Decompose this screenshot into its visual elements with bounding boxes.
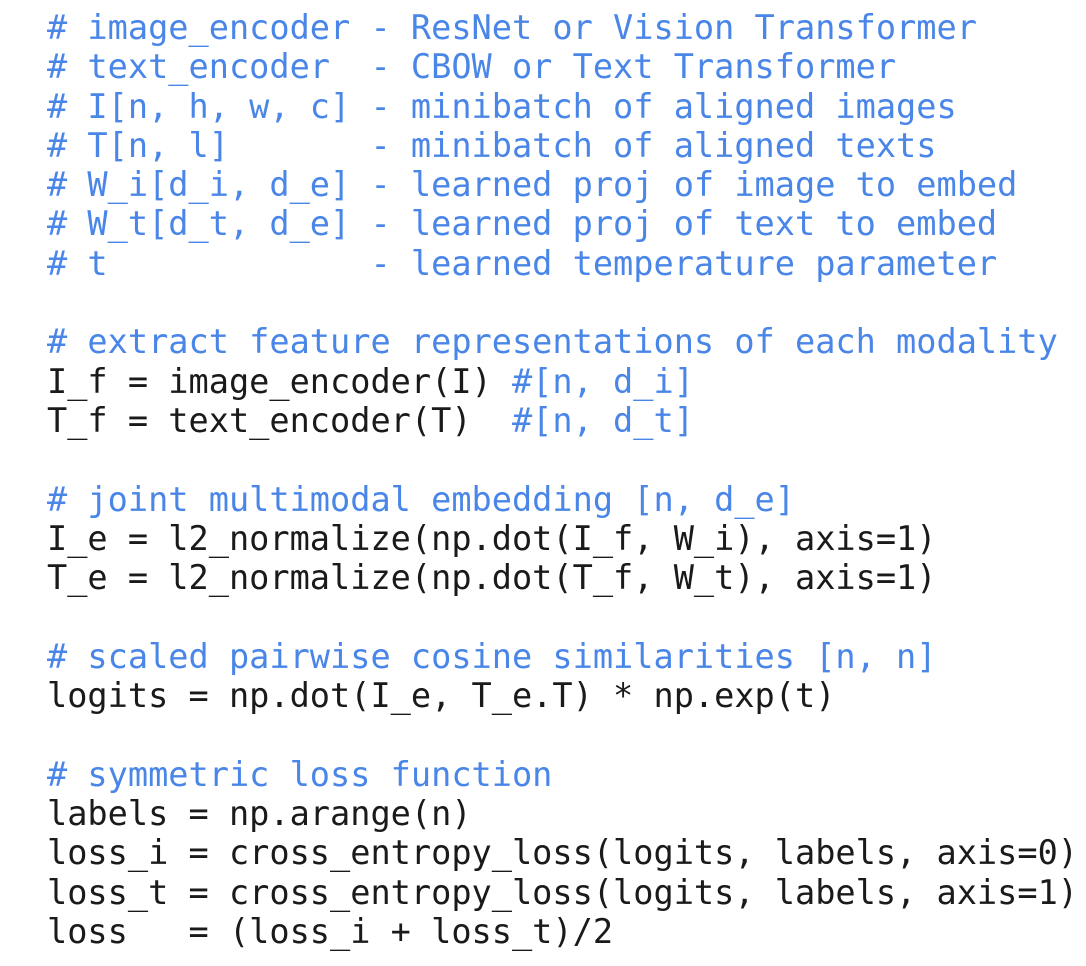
code-comment-line: # W_i[d_i, d_e] - learned proj of image … [47,165,1018,205]
code-line-with-trailing-comment: I_f = image_encoder(I) #[n, d_i] [47,362,1086,401]
code-comment-line: # joint multimodal embedding [n, d_e] [47,479,795,519]
code-comment-line: # t - learned temperature parameter [47,243,998,283]
code-line: logits = np.dot(I_e, T_e.T) * np.exp(t) [47,676,836,716]
code-comment-line: # scaled pairwise cosine similarities [n… [47,636,937,676]
code-line-with-trailing-comment: T_f = text_encoder(T) #[n, d_t] [47,401,1086,440]
code-comment-line: # image_encoder - ResNet or Vision Trans… [47,8,977,47]
code-comment-line: # W_t[d_t, d_e] - learned proj of text t… [47,204,998,244]
code-line: T_e = l2_normalize(np.dot(T_f, W_t), axi… [47,558,937,598]
code-comment-line: # text_encoder - CBOW or Text Transforme… [47,47,897,87]
code-line: loss_i = cross_entropy_loss(logits, labe… [47,833,1079,873]
trailing-comment-segment: #[n, d_t] [511,400,694,440]
code-comment-line: # extract feature representations of eac… [47,322,1058,362]
code-line: loss_t = cross_entropy_loss(logits, labe… [47,872,1079,912]
code-comment-line: # T[n, l] - minibatch of aligned texts [47,125,937,165]
code-segment: T_f = text_encoder(T) [47,400,512,440]
code-line: loss = (loss_i + loss_t)/2 [47,911,614,951]
code-line: I_e = l2_normalize(np.dot(I_f, W_i), axi… [47,518,937,558]
code-comment-line: # symmetric loss function [47,754,553,794]
code-segment: I_f = image_encoder(I) [47,361,512,401]
code-listing: # image_encoder - ResNet or Vision Trans… [0,0,1086,966]
code-line: labels = np.arange(n) [47,793,472,833]
code-comment-line: # I[n, h, w, c] - minibatch of aligned i… [47,86,957,126]
trailing-comment-segment: #[n, d_i] [511,361,694,401]
